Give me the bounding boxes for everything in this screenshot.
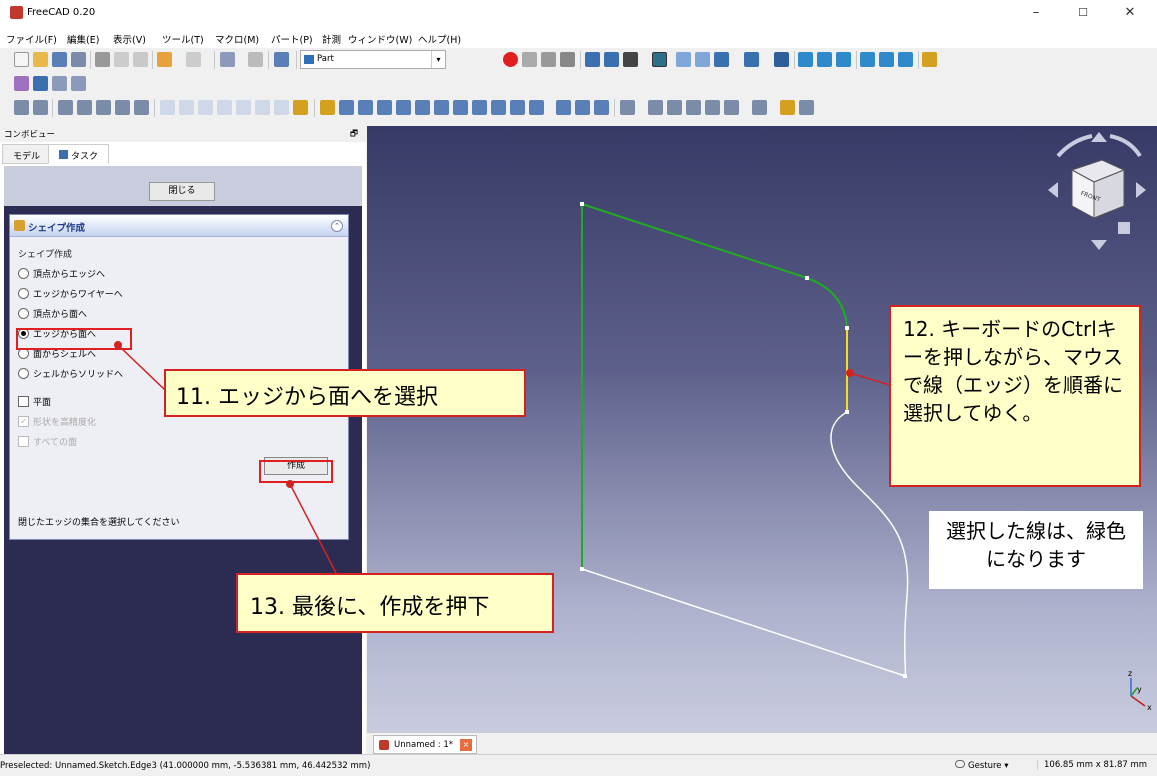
step12-callout: 12. キーボードのCtrlキーを押しながら、マウスで線（エッジ）を順番に選択し…	[889, 305, 1141, 487]
step11-callout: 11. エッジから面へを選択	[164, 369, 526, 417]
step13-callout: 13. 最後に、作成を押下	[236, 573, 554, 633]
selected-line-note: 選択した線は、緑色になります	[929, 511, 1143, 589]
